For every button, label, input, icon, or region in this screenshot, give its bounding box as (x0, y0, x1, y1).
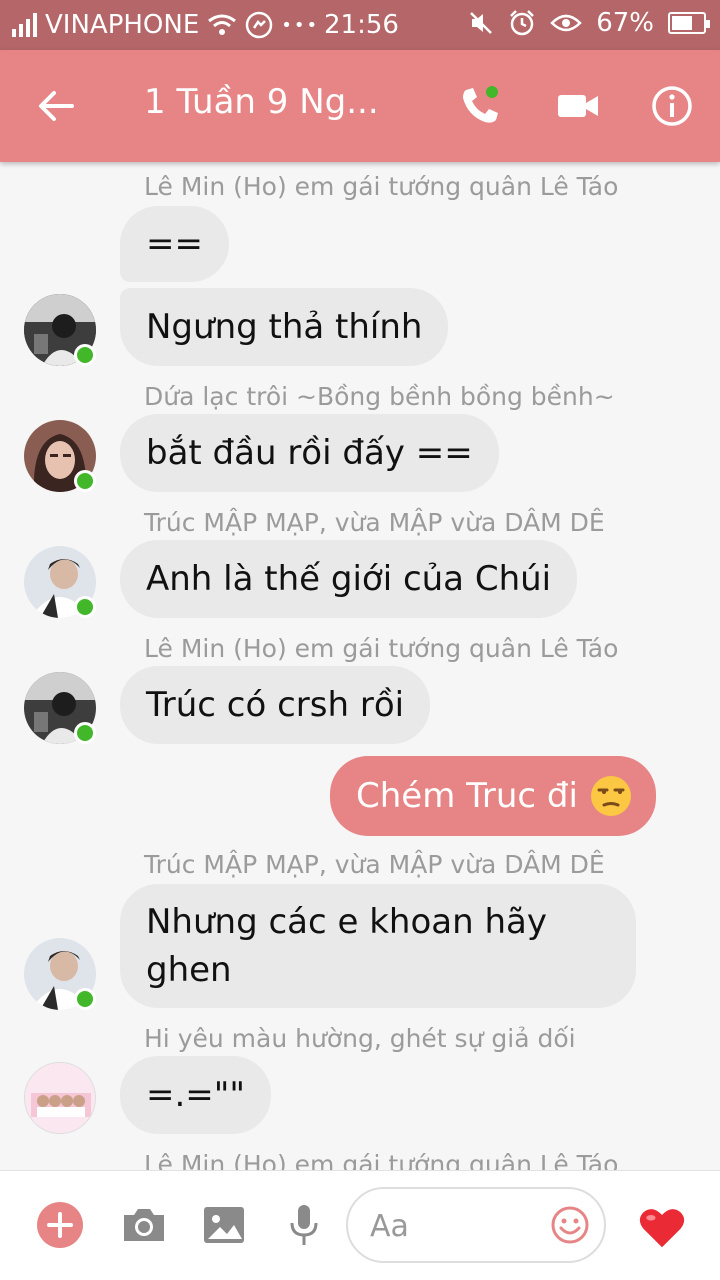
sender-name: Lê Min (Ho) em gái tướng quân Lê Táo (144, 634, 619, 663)
more-notifications-icon: ••• (281, 14, 320, 36)
battery-icon (668, 12, 710, 34)
clock: 21:56 (324, 10, 399, 40)
sender-name: Lê Min (Ho) em gái tướng quân Lê Táo (144, 1150, 619, 1170)
message-bubble[interactable]: Trúc có crsh rồi (120, 666, 431, 744)
camera-icon[interactable] (120, 1201, 168, 1249)
emoji-icon[interactable] (550, 1205, 590, 1245)
avatar-hi-yeu-mau-huong[interactable] (24, 1062, 96, 1134)
sender-name: Trúc MẬP MẠP, vừa MẬP vừa DÂM DÊ (144, 508, 605, 537)
conversation-header: 1 Tuần 9 Ng... (0, 50, 720, 162)
message-composer: Aa (0, 1170, 720, 1280)
signal-icon (12, 13, 37, 37)
battery-percent: 67% (596, 8, 654, 38)
message-bubble[interactable]: =.="" (120, 1056, 272, 1134)
carrier-label: VINAPHONE (45, 10, 200, 40)
eye-icon (550, 14, 582, 32)
message-bubble[interactable]: == (120, 206, 229, 282)
sender-name: Hi yêu màu hường, ghét sự giả dối (144, 1024, 576, 1053)
sender-name: Dứa lạc trôi ~Bồng bềnh bồng bềnh~ (144, 382, 615, 411)
online-indicator (74, 988, 96, 1010)
battery-level-fill (672, 16, 692, 30)
avatar-photo (25, 1063, 95, 1133)
message-input[interactable]: Aa (346, 1187, 606, 1263)
message-bubble[interactable]: Anh là thế giới của Chúi (120, 540, 578, 618)
status-bar: VINAPHONE ••• 21:56 67% (0, 0, 720, 50)
message-bubble[interactable]: Nhưng các e khoan hãy ghen (120, 884, 636, 1008)
info-icon[interactable] (650, 84, 694, 128)
sender-name: Trúc MẬP MẠP, vừa MẬP vừa DÂM DÊ (144, 850, 605, 879)
plus-icon[interactable] (36, 1201, 84, 1249)
alarm-icon (510, 10, 535, 36)
back-arrow-icon[interactable] (36, 86, 76, 126)
outgoing-message-bubble[interactable]: Chém Truc đi (330, 756, 656, 836)
sender-name: Lê Min (Ho) em gái tướng quân Lê Táo (144, 172, 619, 201)
unamused-face-emoji-icon (590, 776, 631, 816)
online-indicator (74, 722, 96, 744)
message-bubble[interactable]: Ngưng thả thính (120, 288, 449, 366)
heart-icon[interactable] (638, 1203, 686, 1251)
message-text: Chém Truc đi (356, 776, 578, 816)
conversation-title[interactable]: 1 Tuần 9 Ng... (144, 82, 379, 122)
image-icon[interactable] (200, 1201, 248, 1249)
message-list[interactable]: Lê Min (Ho) em gái tướng quân Lê Táo == … (0, 162, 720, 1170)
online-indicator (74, 596, 96, 618)
online-indicator (74, 344, 96, 366)
microphone-icon[interactable] (280, 1201, 328, 1249)
messenger-notification-icon (246, 11, 273, 39)
wifi-icon (208, 14, 237, 35)
message-input-placeholder: Aa (370, 1209, 409, 1244)
online-indicator (74, 470, 96, 492)
video-camera-icon[interactable] (556, 84, 600, 128)
mute-icon (470, 12, 493, 34)
message-bubble[interactable]: bắt đầu rồi đấy == (120, 414, 499, 492)
phone-icon[interactable] (458, 84, 502, 128)
